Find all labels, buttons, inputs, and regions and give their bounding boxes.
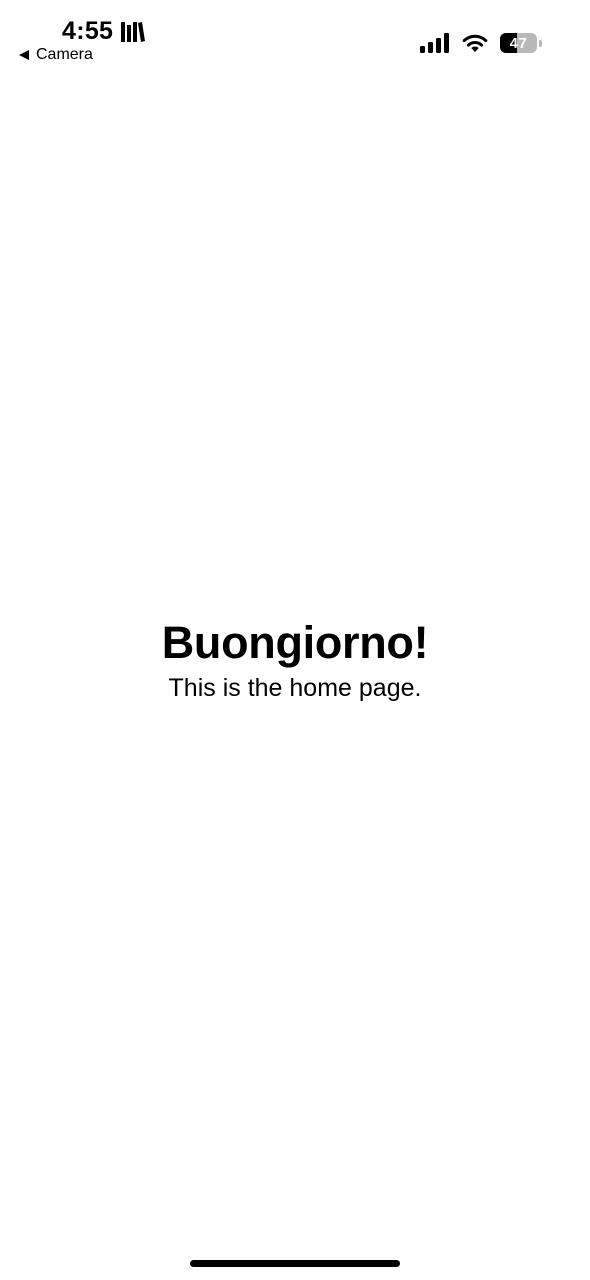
books-icon — [121, 22, 146, 42]
status-bar: 4:55 Camera 47 — [0, 0, 590, 72]
wifi-icon — [462, 34, 488, 52]
status-indicators: 47 — [420, 32, 542, 54]
home-indicator[interactable] — [190, 1260, 400, 1267]
time-group: 4:55 — [62, 16, 146, 46]
back-app-label: Camera — [36, 46, 93, 63]
page-title: Buongiorno! — [161, 617, 429, 668]
battery-percentage: 47 — [509, 34, 528, 52]
battery-icon: 47 — [500, 32, 542, 54]
back-arrow-icon — [19, 50, 29, 60]
back-to-app-button[interactable]: Camera — [18, 46, 93, 64]
page-subtitle: This is the home page. — [168, 674, 422, 702]
battery-body: 47 — [500, 33, 537, 53]
status-time: 4:55 — [62, 17, 114, 45]
cellular-signal-icon — [420, 33, 449, 53]
home-content: Buongiorno! This is the home page. — [0, 614, 590, 704]
battery-cap — [539, 39, 542, 47]
